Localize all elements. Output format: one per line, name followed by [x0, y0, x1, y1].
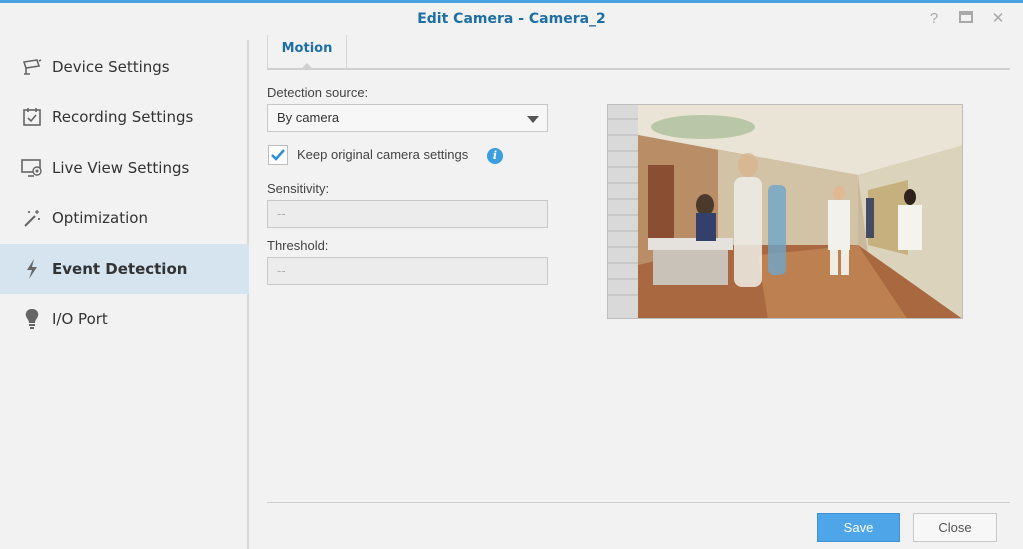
sidebar: Device Settings Recording Settings Live … [0, 40, 249, 549]
window-title: Edit Camera - Camera_2 [417, 11, 606, 27]
camera-preview-image [607, 104, 963, 319]
help-icon[interactable]: ? [925, 10, 943, 28]
close-button[interactable]: Close [913, 513, 997, 542]
close-icon[interactable]: ✕ [989, 10, 1007, 28]
keep-settings-checkbox[interactable] [268, 145, 288, 165]
detection-source-select[interactable]: By camera [267, 104, 548, 132]
monitor-icon [21, 157, 43, 179]
detection-source-label: Detection source: [267, 85, 369, 100]
info-icon[interactable]: i [487, 148, 503, 164]
sidebar-item-label: Recording Settings [52, 108, 194, 126]
sidebar-item-optimization[interactable]: Optimization [0, 193, 249, 243]
lightning-icon [21, 258, 43, 280]
sidebar-item-label: Event Detection [52, 260, 188, 278]
lightbulb-icon [21, 308, 43, 330]
sidebar-item-device-settings[interactable]: Device Settings [0, 42, 249, 92]
sidebar-item-label: Device Settings [52, 58, 170, 76]
threshold-input[interactable]: -- [267, 257, 548, 285]
threshold-label: Threshold: [267, 238, 329, 253]
save-button[interactable]: Save [817, 513, 900, 542]
calendar-check-icon [21, 106, 43, 128]
detection-source-value: By camera [277, 110, 340, 125]
chevron-down-icon [527, 116, 539, 123]
sensitivity-label: Sensitivity: [267, 181, 330, 196]
tab-active-indicator [301, 63, 313, 69]
camera-icon [21, 56, 43, 78]
sidebar-item-io-port[interactable]: I/O Port [0, 294, 249, 344]
footer-divider [267, 502, 1010, 503]
title-bar: Edit Camera - Camera_2 ? ✕ [0, 3, 1023, 35]
magic-wand-icon [21, 207, 43, 229]
main-panel: Motion Detection source: By camera Keep … [251, 35, 1023, 549]
sidebar-item-label: Live View Settings [52, 159, 190, 177]
sidebar-item-label: Optimization [52, 209, 148, 227]
sidebar-item-live-view-settings[interactable]: Live View Settings [0, 143, 249, 193]
keep-settings-label: Keep original camera settings [297, 147, 469, 162]
sidebar-item-recording-settings[interactable]: Recording Settings [0, 92, 249, 142]
tab-bar: Motion [267, 35, 1010, 70]
maximize-icon[interactable] [957, 10, 975, 28]
checkmark-icon [271, 149, 285, 161]
sidebar-item-event-detection[interactable]: Event Detection [0, 244, 249, 294]
sensitivity-input[interactable]: -- [267, 200, 548, 228]
sidebar-item-label: I/O Port [52, 310, 108, 328]
